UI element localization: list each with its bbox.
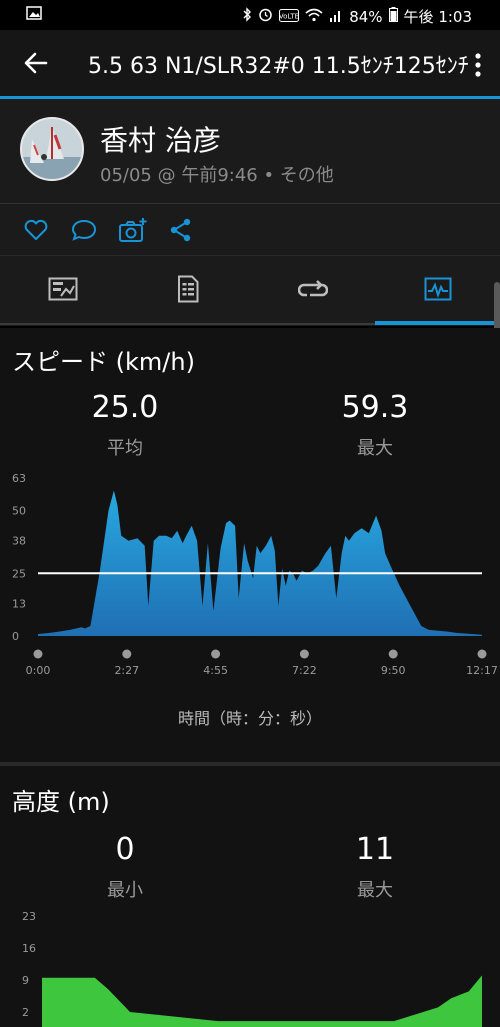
x-tick-label: 9:50 [381, 664, 406, 677]
speed-chart: 63 50 38 25 13 0 0:00 2:27 4:55 7:22 9:50 12:17 [12, 472, 498, 677]
max-elevation-value: 11 [355, 832, 395, 867]
status-bar: VoLTE 84% 午後 1:03 [0, 0, 500, 30]
svg-text:VoLTE: VoLTE [279, 12, 299, 20]
wifi-icon [305, 8, 323, 26]
more-vert-icon[interactable] [474, 52, 482, 78]
x-tick-dot [211, 649, 221, 659]
y-tick-label: 0 [12, 630, 19, 643]
x-tick-dot [33, 649, 43, 659]
y-tick-label: 38 [12, 535, 26, 548]
time-axis-label: 時間（時：分：秒） [177, 709, 322, 728]
back-arrow-icon[interactable] [20, 47, 52, 79]
max-speed-label: 最大 [357, 438, 393, 459]
comment-icon[interactable] [70, 216, 98, 244]
overview-icon [48, 277, 78, 305]
x-tick-dot [122, 649, 132, 659]
share-icon[interactable] [168, 216, 196, 244]
x-tick-label: 4:55 [203, 664, 228, 677]
tab-selected-indicator [375, 321, 500, 325]
signal-icon [329, 8, 343, 26]
y-tick-label: 23 [22, 912, 36, 923]
min-elevation-value: 0 [115, 832, 135, 867]
heart-icon[interactable] [22, 216, 50, 244]
x-tick-label: 7:22 [292, 664, 317, 677]
max-elevation-label: 最大 [357, 880, 393, 901]
athlete-name: 香村 治彦 [100, 124, 221, 157]
tab-bar [0, 255, 500, 326]
volte-icon: VoLTE [279, 8, 299, 26]
x-tick-label: 2:27 [114, 664, 139, 677]
y-tick-label: 13 [12, 597, 26, 610]
y-tick-label: 63 [12, 472, 26, 485]
gallery-notification-icon [26, 6, 42, 24]
x-tick-dot [299, 649, 309, 659]
x-tick-label: 12:17 [466, 664, 498, 677]
tab-overview[interactable] [0, 256, 125, 326]
y-tick-label: 9 [22, 974, 29, 987]
activity-date: 05/05 @ 午前9:46 • その他 [100, 165, 334, 186]
elevation-chart: 23 16 9 2 [22, 912, 482, 1027]
camera-add-icon[interactable] [118, 216, 147, 244]
avg-speed-label: 平均 [107, 438, 143, 459]
elevation-card: 高度 (m) 0 最小 11 最大 23 16 9 2 [0, 766, 500, 1027]
y-tick-label: 16 [22, 942, 36, 955]
y-tick-label: 50 [12, 505, 26, 518]
activity-title: 5.5 63 N1/SLR32#0 11.5ｾﾝﾁ125ｾﾝﾁ [88, 54, 469, 79]
bluetooth-icon [242, 7, 252, 26]
document-icon [177, 275, 199, 307]
tab-charts[interactable] [375, 256, 500, 326]
tab-details[interactable] [125, 256, 250, 326]
battery-percent: 84% [349, 7, 383, 26]
loop-icon [297, 277, 328, 305]
avatar[interactable] [20, 117, 84, 181]
x-tick-dot [477, 649, 487, 659]
alarm-icon [258, 7, 273, 26]
status-right: VoLTE 84% 午後 1:03 [242, 6, 472, 27]
battery-icon [388, 7, 398, 26]
y-tick-label: 25 [12, 567, 26, 580]
chart-icon [424, 277, 452, 305]
max-speed-value: 59.3 [341, 390, 409, 425]
x-tick-dot [388, 649, 398, 659]
elevation-title: 高度 (m) [12, 788, 110, 816]
speed-card: スピード (km/h) 25.0 平均 59.3 最大 63 50 38 25 13 0 0… [0, 328, 500, 762]
avg-speed-value: 25.0 [91, 390, 159, 425]
speed-area-series [38, 490, 482, 636]
action-bar [0, 203, 500, 256]
clock: 午後 1:03 [403, 8, 472, 26]
x-tick-label: 0:00 [26, 664, 51, 677]
tab-laps[interactable] [250, 256, 375, 326]
speed-title: スピード (km/h) [12, 348, 195, 376]
min-elevation-label: 最小 [107, 880, 143, 901]
elevation-area-series [42, 975, 482, 1027]
y-tick-label: 2 [22, 1006, 29, 1019]
activity-header: 香村 治彦 05/05 @ 午前9:46 • その他 [0, 99, 500, 203]
app-bar: 5.5 63 N1/SLR32#0 11.5ｾﾝﾁ125ｾﾝﾁ [0, 30, 500, 96]
